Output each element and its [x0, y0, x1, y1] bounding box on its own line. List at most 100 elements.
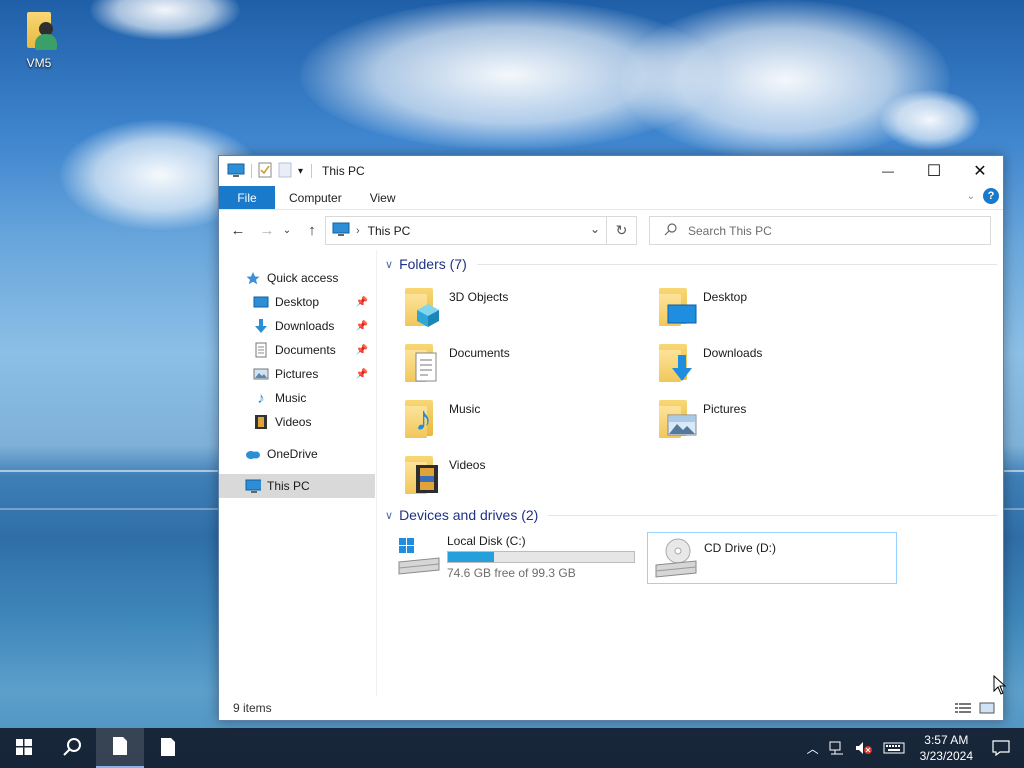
drive-local-disk-c[interactable]: Local Disk (C:) 74.6 GB free of 99.3 GB	[397, 534, 635, 580]
keyboard-icon[interactable]	[883, 741, 905, 755]
folder-pictures[interactable]: Pictures	[657, 396, 746, 440]
chevron-down-icon: ⌄	[282, 224, 292, 236]
nav-onedrive[interactable]: OneDrive	[219, 442, 376, 466]
folder-desktop[interactable]: Desktop	[657, 284, 747, 328]
pin-icon[interactable]: 📌	[356, 297, 368, 308]
nav-item-documents[interactable]: Documents 📌	[219, 338, 376, 362]
tab-file[interactable]: File	[219, 186, 275, 209]
folder-downloads[interactable]: Downloads	[657, 340, 762, 384]
nav-label: Quick access	[267, 271, 339, 285]
search-icon	[62, 737, 82, 760]
help-icon[interactable]: ?	[983, 188, 999, 204]
cd-drive-icon	[654, 537, 698, 581]
nav-item-downloads[interactable]: Downloads 📌	[219, 314, 376, 338]
up-arrow-icon: ↑	[308, 221, 316, 239]
taskbar-app-document[interactable]	[144, 728, 192, 768]
maximize-button[interactable]: ☐	[911, 156, 957, 186]
taskbar-app-file-explorer[interactable]	[96, 728, 144, 768]
volume-muted-icon[interactable]	[855, 741, 873, 755]
clock-time: 3:57 AM	[924, 733, 969, 747]
quick-access-toolbar: ▾	[227, 162, 303, 181]
recent-locations-button[interactable]: ⌄	[281, 219, 293, 241]
title-bar[interactable]: ▾ This PC — ☐ ✕	[219, 156, 1003, 186]
nav-item-pictures[interactable]: Pictures 📌	[219, 362, 376, 386]
file-icon	[112, 736, 128, 759]
desktop-folder-icon	[657, 284, 697, 328]
breadcrumb-this-pc[interactable]: This PC	[368, 224, 411, 238]
pin-icon[interactable]: 📌	[356, 321, 368, 332]
3d-objects-folder-icon	[403, 284, 443, 328]
clock[interactable]: 3:57 AM 3/23/2024	[920, 732, 973, 764]
nav-label: Downloads	[275, 319, 335, 333]
nav-label: Desktop	[275, 295, 320, 309]
nav-item-music[interactable]: ♪ Music	[219, 386, 376, 410]
user-folder-icon	[19, 10, 59, 54]
search-input[interactable]	[688, 223, 968, 238]
pin-icon[interactable]: 📌	[356, 369, 368, 380]
nav-label: OneDrive	[267, 447, 318, 461]
folder-documents[interactable]: Documents	[403, 340, 510, 384]
drive-name: CD Drive (D:)	[704, 541, 776, 555]
close-button[interactable]: ✕	[957, 156, 1003, 186]
divider	[476, 263, 997, 265]
nav-this-pc[interactable]: This PC	[219, 474, 375, 498]
minimize-icon: —	[882, 164, 894, 178]
folder-3d-objects[interactable]: 3D Objects	[403, 284, 508, 328]
mouse-cursor-icon	[993, 674, 1007, 698]
up-button[interactable]: ↑	[301, 219, 323, 241]
collapse-chevron-icon: ∨	[385, 509, 394, 522]
breadcrumb-chevron-icon[interactable]: ›	[356, 225, 360, 237]
desktop-icon-vm5[interactable]: VM5	[14, 10, 64, 70]
expand-ribbon-chevron-icon[interactable]: ⌄	[967, 191, 975, 202]
folder-name: Desktop	[703, 290, 748, 304]
network-icon[interactable]	[829, 741, 845, 755]
group-header-folders[interactable]: ∨ Folders (7)	[385, 256, 997, 272]
folder-name: Videos	[449, 458, 486, 472]
minimize-button[interactable]: —	[865, 156, 911, 186]
customize-qat-chevron-icon[interactable]: ▾	[298, 166, 303, 177]
show-hidden-icons-chevron-icon[interactable]: ︿	[807, 740, 819, 757]
folder-music[interactable]: ♪ Music	[403, 396, 480, 440]
nav-item-desktop[interactable]: Desktop 📌	[219, 290, 376, 314]
address-bar[interactable]: › This PC ⌄ ↻	[325, 216, 637, 245]
this-pc-icon	[245, 478, 261, 494]
windows-drive-icon	[397, 534, 441, 578]
group-header-devices-and-drives[interactable]: ∨ Devices and drives (2)	[385, 507, 999, 523]
folder-videos[interactable]: Videos	[403, 452, 485, 496]
nav-label: This PC	[267, 479, 310, 493]
forward-button[interactable]: →	[256, 219, 278, 241]
maximize-icon: ☐	[926, 163, 942, 180]
nav-label: Pictures	[275, 367, 319, 381]
nav-label: Videos	[275, 415, 312, 429]
large-icons-view-icon[interactable]	[979, 702, 995, 717]
drive-cd-drive-d[interactable]: CD Drive (D:)	[647, 532, 897, 584]
start-button[interactable]	[0, 728, 48, 768]
address-dropdown-chevron-icon[interactable]: ⌄	[590, 222, 600, 236]
pin-icon[interactable]: 📌	[356, 345, 368, 356]
details-view-icon[interactable]	[955, 702, 971, 717]
clock-date: 3/23/2024	[919, 749, 973, 763]
nav-quick-access[interactable]: Quick access	[219, 266, 376, 290]
status-bar: 9 items	[219, 696, 1003, 720]
videos-folder-icon	[403, 452, 443, 496]
desktop-icon	[253, 294, 269, 310]
folder-name: Pictures	[703, 402, 747, 416]
tab-view[interactable]: View	[356, 186, 410, 209]
back-button[interactable]: ←	[227, 219, 249, 241]
notifications-icon[interactable]	[992, 740, 1010, 756]
close-icon: ✕	[973, 163, 987, 180]
taskbar: ︿ 3:57 AM 3/23/2024	[0, 728, 1024, 768]
refresh-button[interactable]: ↻	[606, 217, 636, 244]
separator	[311, 164, 313, 178]
content-pane: ∨ Folders (7) 3D Objects Desktop Documen…	[377, 250, 1003, 696]
new-folder-icon[interactable]	[278, 162, 292, 181]
properties-icon[interactable]	[258, 162, 272, 181]
cloud	[90, 0, 240, 40]
nav-item-videos[interactable]: Videos	[219, 410, 376, 434]
search-box[interactable]	[649, 216, 991, 245]
folder-name: Documents	[449, 346, 510, 360]
tab-computer[interactable]: Computer	[275, 186, 356, 209]
documents-folder-icon	[403, 340, 443, 384]
search-button[interactable]	[48, 728, 96, 768]
navigation-pane: Quick access Desktop 📌 Downloads 📌 Docum…	[219, 250, 377, 696]
